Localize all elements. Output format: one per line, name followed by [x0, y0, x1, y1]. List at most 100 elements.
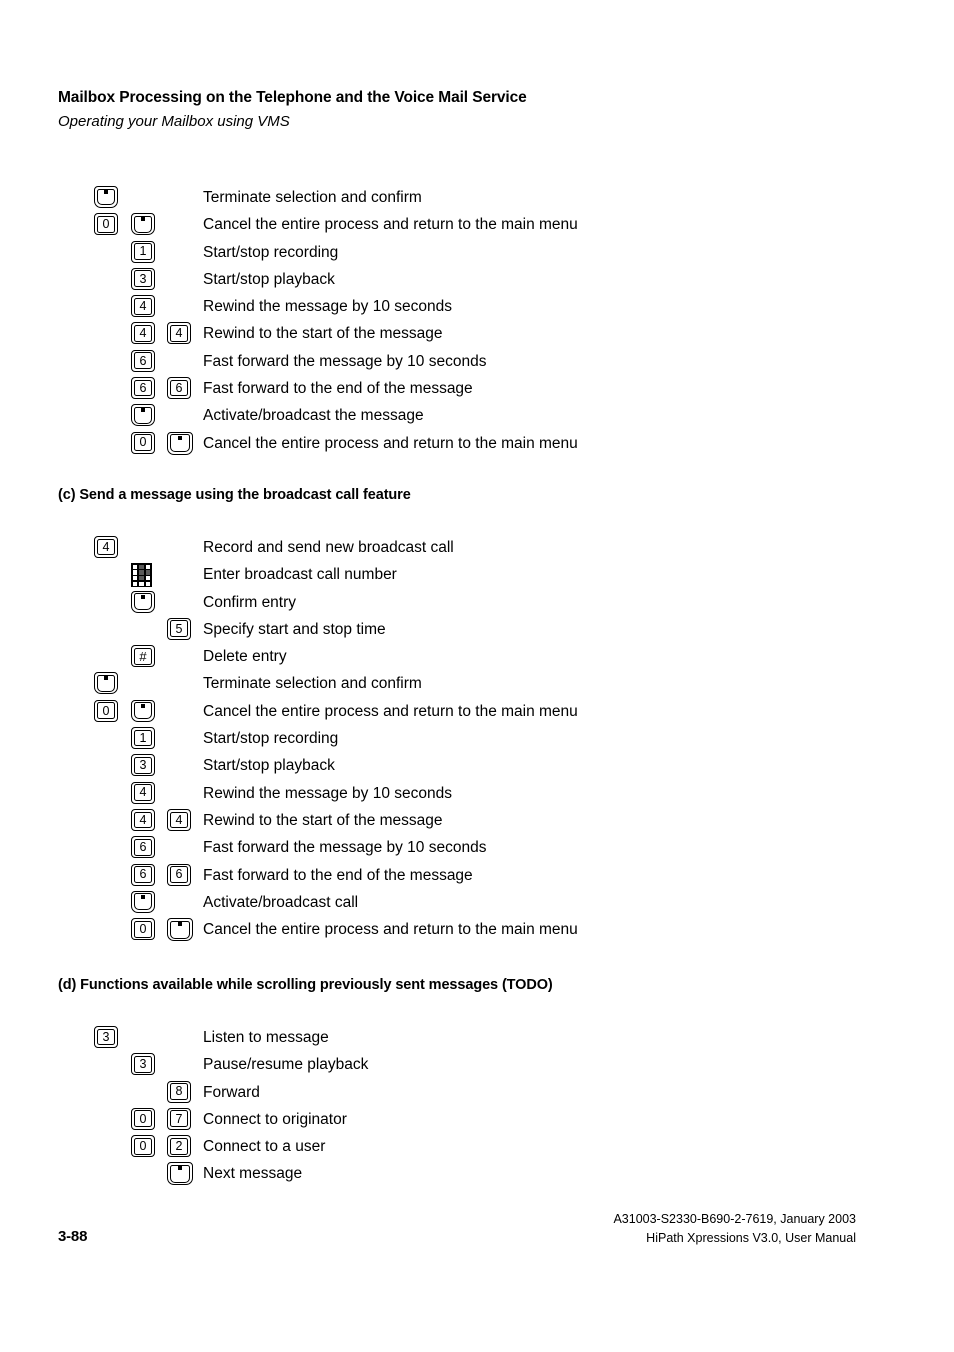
- telephone-key-2[interactable]: 2: [167, 1135, 191, 1158]
- key-function-label: Cancel the entire process and return to …: [203, 702, 578, 720]
- telephone-key-star[interactable]: [167, 1162, 193, 1186]
- telephone-key-3[interactable]: 3: [131, 267, 155, 290]
- telephone-key-0[interactable]: 0: [131, 1107, 155, 1130]
- key-function-label: Pause/resume playback: [203, 1056, 369, 1074]
- telephone-key-hash[interactable]: #: [131, 645, 155, 668]
- dialpad-cell: [132, 570, 138, 575]
- key-glyph: 6: [175, 380, 183, 395]
- telephone-key-0[interactable]: 0: [94, 213, 118, 236]
- asterisk-glyph: [141, 217, 145, 222]
- page-header: Mailbox Processing on the Telephone and …: [58, 88, 898, 132]
- key-slot-2: [167, 918, 193, 942]
- key-glyph: 3: [139, 758, 147, 773]
- telephone-key-star[interactable]: [131, 404, 155, 427]
- key-function-label: Activate/broadcast call: [203, 893, 359, 911]
- telephone-key-0[interactable]: 0: [131, 431, 155, 454]
- telephone-key-6[interactable]: 6: [131, 863, 155, 886]
- telephone-key-3[interactable]: 3: [131, 1053, 155, 1076]
- telephone-key-star[interactable]: [131, 590, 155, 613]
- key-glyph: [132, 701, 154, 721]
- footer-page-number: 3-88: [58, 1228, 88, 1245]
- key-function-label: Next message: [203, 1165, 303, 1183]
- key-slot-1: 4: [131, 322, 157, 346]
- key-glyph: 2: [175, 1138, 183, 1153]
- key-slot-0: 3: [94, 1026, 120, 1050]
- telephone-key-6[interactable]: 6: [131, 836, 155, 859]
- telephone-key-0[interactable]: 0: [131, 1135, 155, 1158]
- telephone-key-4[interactable]: 4: [131, 322, 155, 345]
- key-slot-1: 1: [131, 240, 157, 265]
- key-slot-2: 8: [167, 1080, 193, 1105]
- key-slot-1: 3: [131, 267, 157, 292]
- telephone-key-6[interactable]: 6: [131, 377, 155, 400]
- telephone-key-8[interactable]: 8: [167, 1080, 191, 1103]
- key-function-label: Activate/broadcast the message: [203, 407, 424, 425]
- telephone-key-6[interactable]: 6: [167, 863, 191, 886]
- telephone-key-star[interactable]: [131, 890, 155, 913]
- key-slot-0: 0: [94, 213, 120, 237]
- telephone-key-0[interactable]: 0: [94, 699, 118, 722]
- key-glyph: 6: [139, 840, 147, 855]
- telephone-key-5[interactable]: 5: [167, 617, 191, 640]
- telephone-key-star[interactable]: [131, 213, 155, 236]
- telephone-key-4[interactable]: 4: [94, 536, 118, 558]
- key-slot-2: 4: [167, 322, 193, 346]
- key-slot-0: [94, 186, 120, 210]
- key-function-label: Connect to a user: [203, 1138, 326, 1156]
- key-glyph: [168, 433, 192, 454]
- key-glyph: 1: [139, 730, 147, 745]
- telephone-key-7[interactable]: 7: [167, 1107, 191, 1130]
- telephone-key-4[interactable]: 4: [131, 781, 155, 804]
- telephone-key-6[interactable]: 6: [131, 349, 155, 372]
- page-title: Mailbox Processing on the Telephone and …: [58, 89, 527, 106]
- asterisk-glyph: [178, 435, 182, 440]
- footer-manual-title: HiPath Xpressions V3.0, User Manual: [646, 1231, 856, 1245]
- key-glyph: [132, 405, 154, 425]
- asterisk-glyph: [141, 594, 145, 599]
- dialpad-cell: [132, 576, 138, 581]
- key-glyph: 1: [139, 244, 147, 259]
- key-slot-0: 4: [94, 536, 120, 560]
- key-slot-2: 6: [167, 377, 193, 401]
- key-glyph: 4: [139, 326, 147, 341]
- telephone-key-4[interactable]: 4: [167, 808, 191, 831]
- asterisk-glyph: [141, 703, 145, 708]
- key-glyph: 5: [175, 621, 183, 636]
- key-slot-1: [131, 699, 157, 724]
- key-slot-2: 5: [167, 617, 193, 642]
- telephone-key-4[interactable]: 4: [167, 322, 191, 345]
- telephone-key-6[interactable]: 6: [167, 377, 191, 400]
- telephone-key-4[interactable]: 4: [131, 808, 155, 831]
- telephone-key-star[interactable]: [131, 699, 155, 722]
- key-function-label: Start/stop recording: [203, 730, 339, 748]
- key-glyph: 3: [102, 1029, 110, 1044]
- key-glyph: 0: [139, 1138, 147, 1153]
- key-slot-1: [131, 563, 157, 588]
- telephone-key-3[interactable]: 3: [131, 754, 155, 777]
- key-glyph: 3: [139, 271, 147, 286]
- key-glyph: 0: [139, 921, 147, 936]
- telephone-key-star[interactable]: [94, 672, 118, 695]
- key-glyph: 4: [139, 298, 147, 313]
- telephone-key-1[interactable]: 1: [131, 727, 155, 750]
- key-function-label: Fast forward to the end of the message: [203, 380, 473, 398]
- key-function-label: Fast forward the message by 10 seconds: [203, 352, 487, 370]
- key-glyph: 8: [175, 1084, 183, 1099]
- key-slot-2: 2: [167, 1135, 193, 1159]
- telephone-key-star[interactable]: [94, 186, 118, 208]
- telephone-key-0[interactable]: 0: [131, 918, 155, 941]
- key-slot-1: 0: [131, 1135, 157, 1159]
- key-glyph: 6: [175, 867, 183, 882]
- key-glyph: 0: [102, 217, 110, 232]
- telephone-key-3[interactable]: 3: [94, 1026, 118, 1048]
- key-function-label: Cancel the entire process and return to …: [203, 434, 578, 452]
- key-slot-1: 0: [131, 431, 157, 456]
- telephone-key-star[interactable]: [167, 431, 193, 455]
- key-function-label: Rewind to the start of the message: [203, 811, 443, 829]
- telephone-key-1[interactable]: 1: [131, 240, 155, 263]
- asterisk-glyph: [178, 922, 182, 927]
- key-glyph: [132, 214, 154, 234]
- telephone-key-star[interactable]: [167, 918, 193, 942]
- key-function-label: Rewind the message by 10 seconds: [203, 784, 453, 802]
- telephone-key-4[interactable]: 4: [131, 295, 155, 318]
